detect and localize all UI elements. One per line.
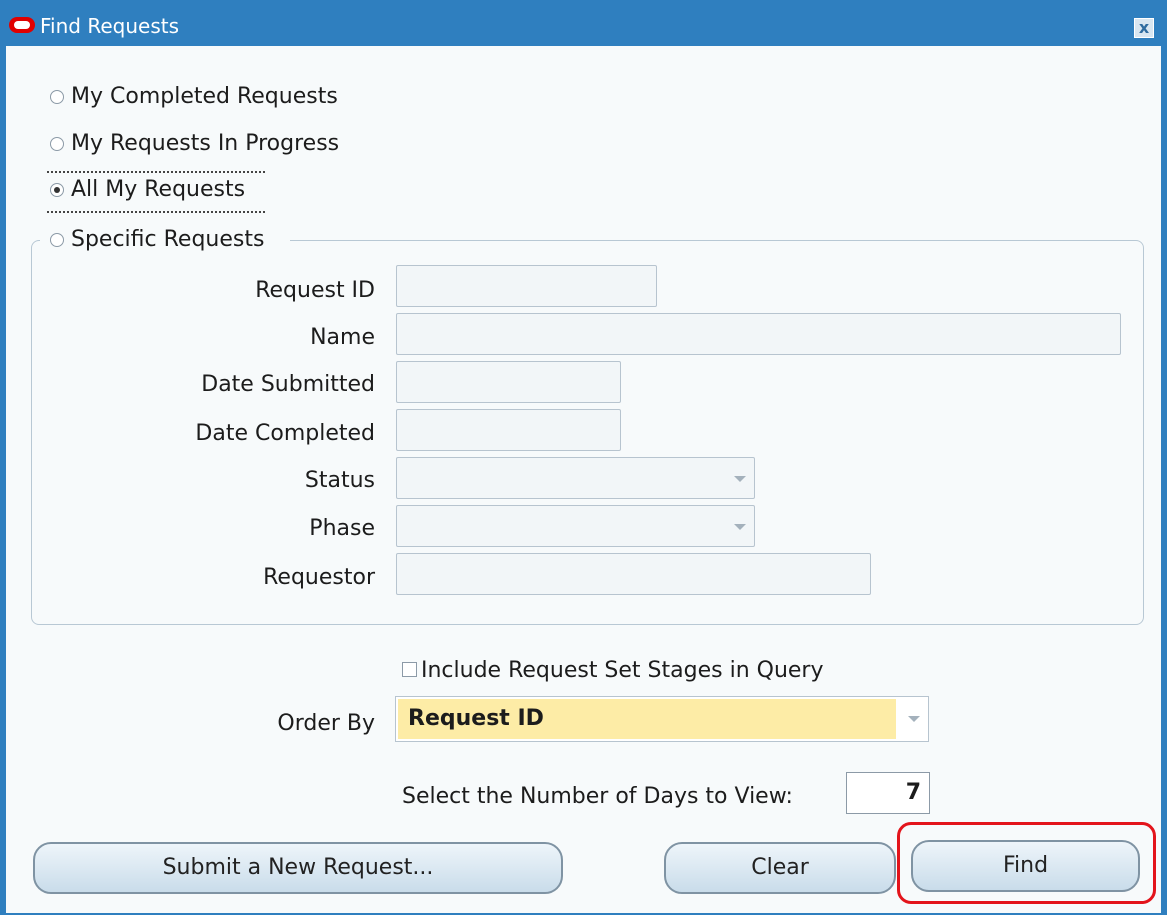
chevron-down-icon <box>908 716 920 722</box>
specific-requests-radio[interactable] <box>50 233 64 247</box>
name-label: Name <box>310 325 375 350</box>
status-dropdown[interactable] <box>396 457 755 499</box>
phase-label: Phase <box>309 516 375 541</box>
oracle-logo-icon <box>9 17 35 33</box>
submit-new-request-button[interactable]: Submit a New Request... <box>33 842 563 894</box>
name-field[interactable] <box>396 313 1121 355</box>
days-to-view-label: Select the Number of Days to View: <box>402 784 793 809</box>
requestor-label: Requestor <box>263 565 375 590</box>
window-title: Find Requests <box>40 14 179 38</box>
all-my-requests-label: All My Requests <box>71 177 246 202</box>
requestor-field[interactable] <box>396 553 871 595</box>
my-completed-requests-label: My Completed Requests <box>71 84 338 109</box>
request-id-label: Request ID <box>255 278 375 303</box>
date-completed-field[interactable] <box>396 409 621 451</box>
include-stages-label: Include Request Set Stages in Query <box>421 658 824 683</box>
days-to-view-input[interactable]: 7 <box>846 772 930 814</box>
chevron-down-icon <box>734 524 746 530</box>
title-bar: Find Requests x <box>0 0 1167 46</box>
include-stages-checkbox[interactable] <box>402 662 417 677</box>
chevron-down-icon <box>734 476 746 482</box>
close-icon[interactable]: x <box>1134 18 1154 38</box>
phase-dropdown[interactable] <box>396 505 755 547</box>
my-requests-in-progress-label: My Requests In Progress <box>71 131 340 156</box>
date-submitted-label: Date Submitted <box>201 372 375 397</box>
date-completed-label: Date Completed <box>195 421 375 446</box>
my-completed-requests-radio[interactable] <box>50 90 64 104</box>
request-id-field[interactable] <box>396 265 657 307</box>
order-by-value: Request ID <box>398 699 896 739</box>
specific-requests-label: Specific Requests <box>71 227 265 252</box>
my-requests-in-progress-radio[interactable] <box>50 137 64 151</box>
order-by-dropdown[interactable]: Request ID <box>395 696 929 742</box>
order-by-label: Order By <box>277 711 375 736</box>
all-my-requests-radio[interactable] <box>50 183 64 197</box>
find-button-highlight <box>897 822 1156 904</box>
status-label: Status <box>304 468 375 493</box>
clear-button[interactable]: Clear <box>664 842 896 894</box>
date-submitted-field[interactable] <box>396 361 621 403</box>
